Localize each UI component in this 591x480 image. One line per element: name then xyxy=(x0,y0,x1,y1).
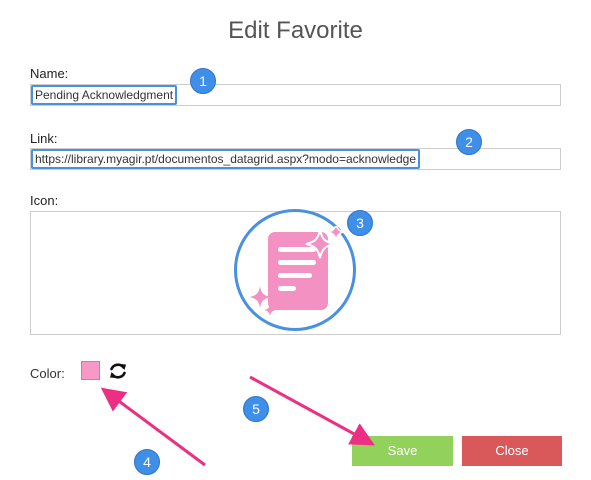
close-button[interactable]: Close xyxy=(462,436,562,466)
color-swatch[interactable] xyxy=(81,361,100,380)
name-value: Pending Acknowledgment xyxy=(31,85,178,105)
name-field[interactable]: Pending Acknowledgment xyxy=(30,84,561,106)
link-label: Link: xyxy=(30,131,58,146)
save-button[interactable]: Save xyxy=(352,436,453,466)
annotation-badge-4: 4 xyxy=(134,449,160,475)
name-label: Name: xyxy=(30,66,69,81)
icon-label: Icon: xyxy=(30,193,59,208)
annotation-badge-3: 3 xyxy=(347,210,373,236)
color-label: Color: xyxy=(30,366,65,381)
annotation-badge-1: 1 xyxy=(190,68,216,94)
document-sparkle-icon[interactable] xyxy=(248,226,348,321)
link-field[interactable]: https://library.myagir.pt/documentos_dat… xyxy=(30,148,561,170)
annotation-badge-2: 2 xyxy=(456,129,482,155)
annotation-badge-5: 5 xyxy=(243,396,269,422)
refresh-icon[interactable] xyxy=(108,361,128,381)
dialog-title: Edit Favorite xyxy=(228,17,363,44)
link-value: https://library.myagir.pt/documentos_dat… xyxy=(31,149,420,169)
